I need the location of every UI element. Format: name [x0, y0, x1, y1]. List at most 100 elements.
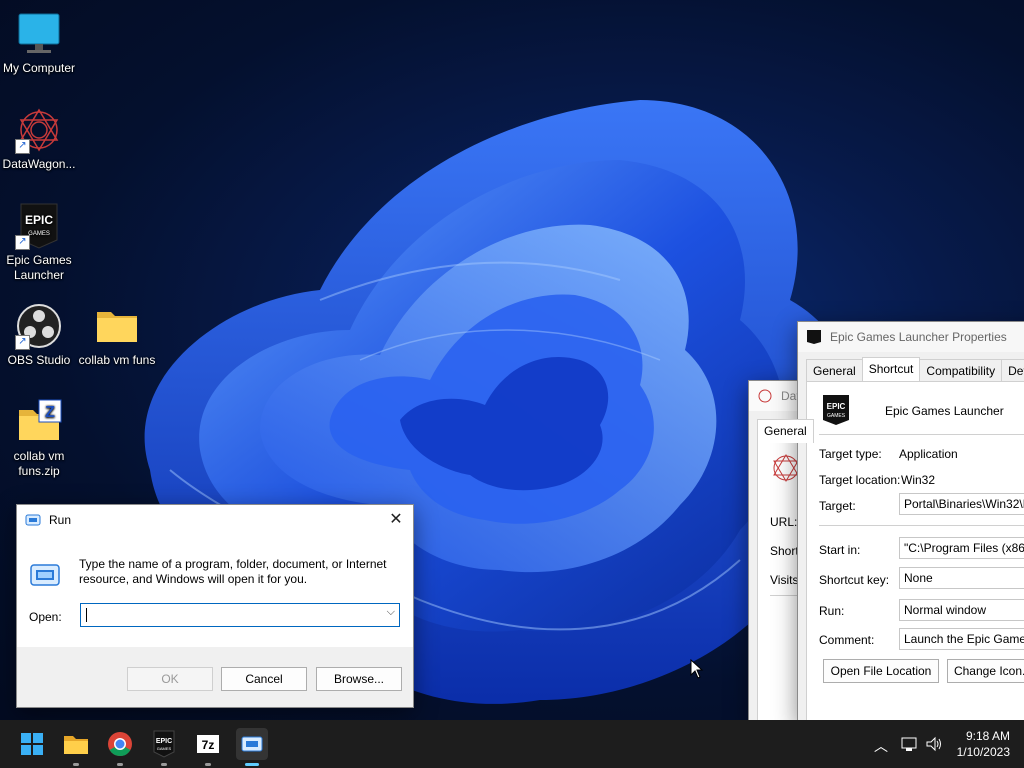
chrome-icon: [108, 732, 132, 757]
window-titlebar[interactable]: Epic Games Launcher Properties: [798, 322, 1024, 352]
url-label: URL:: [770, 515, 798, 529]
svg-text:EPIC: EPIC: [827, 402, 846, 411]
clock[interactable]: 9:18 AM 1/10/2023: [957, 728, 1010, 760]
ok-button[interactable]: OK: [127, 667, 213, 691]
change-icon-button[interactable]: Change Icon...: [947, 659, 1024, 683]
tab-details[interactable]: Details: [1001, 359, 1024, 381]
tab-compatibility[interactable]: Compatibility: [919, 359, 1003, 381]
file-explorer-icon: [64, 736, 88, 754]
monitor-icon: [15, 10, 63, 58]
epic-games-icon: EPIC GAMES: [823, 395, 849, 425]
running-indicator: [205, 763, 211, 766]
tab-shortcut[interactable]: Shortcut: [861, 357, 921, 381]
7zip-icon: 7z: [197, 735, 219, 753]
target-location-value: Win32: [901, 473, 936, 487]
browse-button[interactable]: Browse...: [316, 667, 402, 691]
chevron-down-icon[interactable]: ⌵: [387, 606, 395, 619]
target-type-value: Application: [899, 447, 958, 461]
running-indicator: [73, 763, 79, 766]
svg-text:EPIC: EPIC: [25, 213, 53, 227]
open-input[interactable]: ⌵: [80, 603, 400, 627]
target-field[interactable]: Portal\Binaries\Win32\EpicGamesLauncher.…: [899, 493, 1024, 515]
desktop-icon-label: OBS Studio: [7, 353, 71, 367]
desktop-icon-datawagon[interactable]: ↗ DataWagon...: [0, 106, 78, 172]
running-indicator: [117, 763, 123, 766]
obs-icon: ↗: [15, 302, 63, 350]
desktop-icon-label: DataWagon...: [2, 157, 76, 171]
taskbar-7zip[interactable]: 7z: [192, 728, 224, 766]
taskbar-epic-games[interactable]: EPIC GAMES: [148, 728, 180, 766]
taskbar-chrome[interactable]: [104, 728, 136, 766]
target-type-label: Target type:: [819, 447, 882, 461]
taskbar-file-explorer[interactable]: [60, 728, 92, 766]
taskbar-run[interactable]: [236, 728, 268, 766]
shortcut-tab-panel: EPIC GAMES Epic Games Launcher Target typ…: [806, 381, 1024, 720]
run-icon: [30, 564, 60, 586]
datawagon-icon: ↗: [15, 106, 63, 154]
epic-games-icon: EPIC GAMES ↗: [15, 202, 63, 250]
shortcut-key-field[interactable]: None: [899, 567, 1024, 589]
start-button[interactable]: [16, 728, 48, 760]
running-indicator: [161, 763, 167, 766]
network-icon[interactable]: [900, 735, 918, 753]
desktop: My Computer ↗ DataWagon... EPIC GAMES ↗ E…: [0, 0, 1024, 720]
volume-icon[interactable]: [925, 735, 943, 753]
divider: [819, 434, 1024, 435]
svg-text:EPIC: EPIC: [156, 738, 172, 745]
run-icon: [241, 736, 263, 752]
window-title: Run: [49, 513, 72, 527]
window-title: Epic Games Launcher Properties: [830, 330, 1007, 344]
svg-text:GAMES: GAMES: [28, 231, 50, 237]
target-label: Target:: [819, 499, 856, 513]
clock-date: 1/10/2023: [956, 745, 1010, 759]
shortcut-arrow-icon: ↗: [15, 235, 30, 250]
comment-field[interactable]: Launch the Epic Games Launcher: [899, 628, 1024, 650]
mouse-pointer-icon: [690, 659, 704, 679]
taskbar: EPIC GAMES 7z ︿ 9:18 AM 1/10/2023: [0, 720, 1024, 768]
epic-games-icon: [807, 330, 821, 344]
chevron-up-icon[interactable]: ︿: [874, 736, 888, 756]
comment-label: Comment:: [819, 633, 875, 647]
shortcut-arrow-icon: ↗: [15, 139, 30, 154]
run-select[interactable]: Normal window: [899, 599, 1024, 621]
folder-icon: [93, 302, 141, 350]
window-titlebar[interactable]: Run: [17, 505, 413, 535]
desktop-icon-my-computer[interactable]: My Computer: [0, 10, 78, 76]
desktop-icon-label: Epic Games Launcher: [6, 253, 72, 282]
svg-text:7z: 7z: [202, 738, 215, 752]
tab-general[interactable]: General: [757, 419, 814, 443]
open-label: Open:: [29, 610, 62, 624]
epic-properties-window[interactable]: Epic Games Launcher Properties General S…: [797, 321, 1024, 720]
datawagon-icon: [758, 389, 772, 403]
text-cursor: [86, 608, 87, 622]
epic-games-icon: EPICGAMES: [153, 730, 175, 758]
target-location-label: Target location:: [819, 473, 901, 487]
svg-text:Z: Z: [45, 404, 55, 421]
open-file-location-button[interactable]: Open File Location: [823, 659, 939, 683]
run-description: Type the name of a program, folder, docu…: [79, 557, 387, 586]
shortcut-key-label: Shortcut key:: [819, 573, 890, 587]
shortcut-arrow-icon: ↗: [15, 335, 30, 350]
clock-time: 9:18 AM: [965, 729, 1010, 743]
run-dialog[interactable]: Run ✕ Type the name of a program, folder…: [16, 504, 414, 708]
svg-text:GAMES: GAMES: [157, 746, 172, 751]
desktop-icon-collab-folder[interactable]: collab vm funs: [78, 302, 156, 368]
desktop-icon-collab-zip[interactable]: Z collab vm funs.zip: [0, 398, 78, 479]
desktop-icon-epic-games[interactable]: EPIC GAMES ↗ Epic Games Launcher: [0, 202, 78, 283]
svg-text:GAMES: GAMES: [827, 413, 846, 419]
tab-general[interactable]: General: [806, 359, 863, 381]
desktop-icon-label: collab vm funs.zip: [13, 449, 65, 478]
active-indicator: [245, 763, 259, 766]
divider: [819, 525, 1024, 526]
start-in-label: Start in:: [819, 543, 861, 557]
desktop-icon-obs[interactable]: ↗ OBS Studio: [0, 302, 78, 368]
desktop-icon-label: My Computer: [2, 61, 76, 75]
shortcut-name: Epic Games Launcher: [885, 404, 1004, 418]
close-button[interactable]: ✕: [385, 509, 407, 531]
run-dialog-body: Type the name of a program, folder, docu…: [17, 535, 413, 647]
start-in-field[interactable]: "C:\Program Files (x86)\Epic Games\Launc…: [899, 537, 1024, 559]
run-icon: [25, 514, 41, 526]
cancel-button[interactable]: Cancel: [221, 667, 307, 691]
start-icon: [21, 733, 43, 755]
tab-strip: General Shortcut Compatibility Details: [806, 357, 1024, 381]
